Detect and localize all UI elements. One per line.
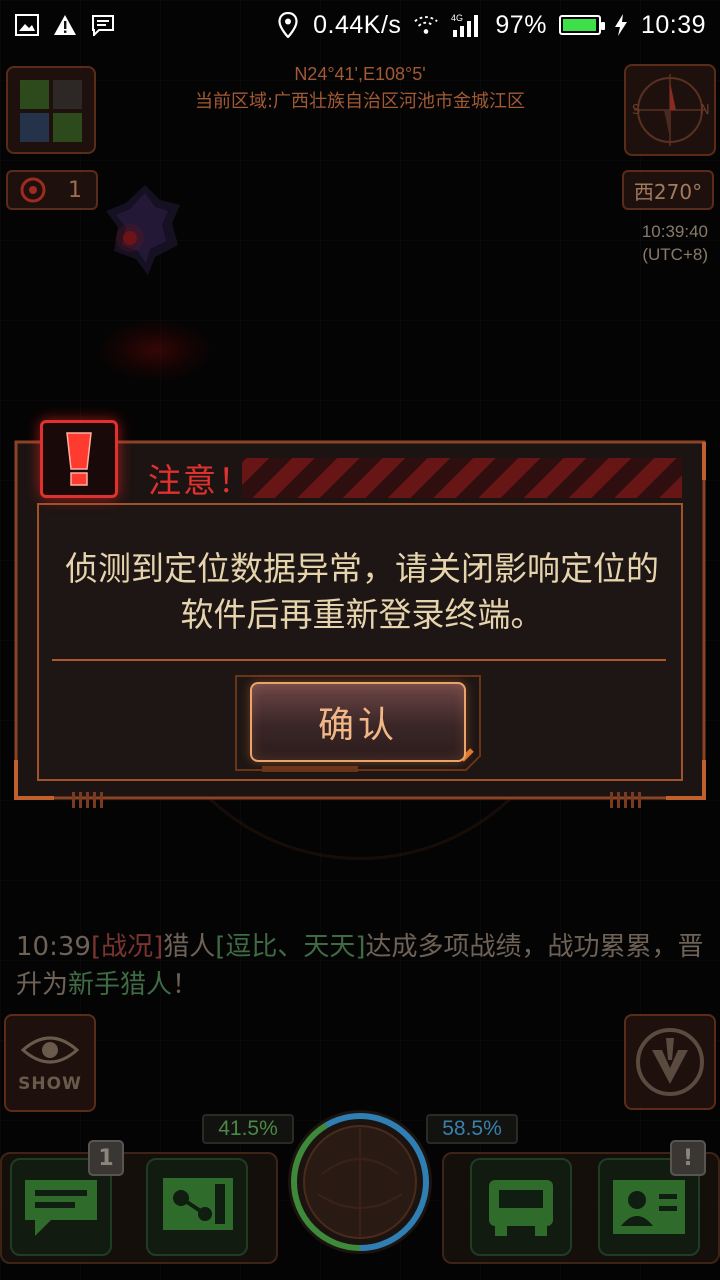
clock-timezone: (UTC+8) [642, 245, 708, 264]
message-icon [90, 13, 116, 37]
kill-count: 1 [68, 177, 82, 203]
network-type: 4G [451, 13, 463, 23]
feed-tag: [战况] [90, 932, 164, 962]
status-time: 10:39 [640, 10, 706, 39]
network-share-icon [163, 1178, 233, 1230]
game-clock: 10:39:40 (UTC+8) [642, 220, 708, 266]
id-card-icon [613, 1180, 685, 1234]
faction-emblem-icon [636, 1028, 704, 1096]
dialog-title: 注意！ [148, 461, 253, 500]
location-pin-icon [275, 12, 301, 38]
charging-icon [613, 13, 629, 37]
battle-feed: 10:39[战况]猎人[逗比、天天]达成多项战绩，战功累累，晋升为新手猎人！ [16, 928, 712, 1004]
clock-time: 10:39:40 [641, 222, 708, 241]
title-hazard-stripes [242, 458, 682, 498]
battery-icon [558, 15, 605, 35]
profile-badge: ! [670, 1140, 706, 1176]
feed-rank: 新手猎人 [68, 970, 173, 1000]
warning-icon [52, 13, 78, 37]
battery-percent: 97% [495, 10, 547, 39]
show-label: SHOW [18, 1074, 82, 1094]
confirm-button[interactable]: 确认 [250, 682, 466, 762]
message-line-2: 软件后再重新登录终端。 [180, 595, 544, 634]
right-team-percent: 58.5% [426, 1114, 518, 1144]
signal-icon: 4G [451, 13, 483, 37]
status-bar: 0.44K/s 4G 97% 10:39 [0, 0, 720, 50]
messages-badge: 1 [88, 1140, 124, 1176]
energy-core[interactable] [282, 1104, 438, 1260]
eye-icon [21, 1036, 79, 1064]
device-icon [489, 1180, 553, 1236]
inventory-button[interactable] [470, 1158, 572, 1256]
heading-value: 西270° [633, 179, 703, 204]
left-team-percent: 41.5% [202, 1114, 294, 1144]
target-icon [20, 177, 46, 203]
social-button[interactable] [146, 1158, 248, 1256]
image-icon [14, 13, 40, 37]
dialog-message: 侦测到定位数据异常，请关闭影响定位的 软件后再重新登录终端。 [40, 546, 684, 638]
chat-icon [25, 1180, 97, 1236]
location-header: N24°41',E108°5' 当前区域:广西壮族自治区河池市金城江区 [0, 64, 720, 113]
current-region: 当前区域:广西壮族自治区河池市金城江区 [194, 91, 526, 112]
network-speed: 0.44K/s [313, 10, 402, 39]
kill-counter[interactable]: 1 [6, 170, 98, 210]
message-line-1: 侦测到定位数据异常，请关闭影响定位的 [65, 549, 659, 588]
feed-time: 10:39 [16, 932, 91, 962]
feed-player-names: [逗比、天天] [215, 932, 366, 962]
coordinates: N24°41',E108°5' [294, 64, 426, 84]
alert-icon [40, 420, 118, 498]
wifi-icon [413, 13, 439, 37]
show-button[interactable]: SHOW [4, 1014, 96, 1112]
feed-text-1: 猎人 [163, 932, 216, 962]
feed-end: ！ [172, 970, 199, 1000]
faction-emblem-button[interactable] [624, 1014, 716, 1110]
heading-indicator[interactable]: 西270° [622, 170, 714, 210]
alert-dialog: 注意！ 侦测到定位数据异常，请关闭影响定位的 软件后再重新登录终端。 确认 [10, 420, 710, 810]
